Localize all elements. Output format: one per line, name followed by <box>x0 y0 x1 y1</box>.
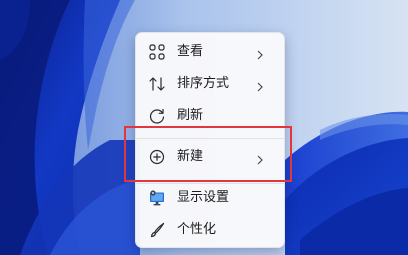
menu-item-refresh[interactable]: 刷新 <box>142 101 280 131</box>
menu-item-new[interactable]: 新建 <box>142 142 280 172</box>
menu-item-display-settings[interactable]: 显示设置 <box>142 183 280 213</box>
new-plus-icon <box>148 148 166 166</box>
refresh-icon <box>148 107 166 125</box>
sort-arrows-icon <box>148 75 166 93</box>
menu-item-view[interactable]: 查看 <box>142 37 280 67</box>
personalize-brush-icon <box>148 221 166 239</box>
menu-item-label: 个性化 <box>177 222 217 237</box>
menu-item-label: 新建 <box>177 149 204 164</box>
menu-item-sort-by[interactable]: 排序方式 <box>142 69 280 99</box>
chevron-right-icon <box>254 78 266 92</box>
chevron-right-icon <box>254 151 266 165</box>
view-grid-icon <box>148 43 166 61</box>
menu-item-label: 排序方式 <box>177 76 230 91</box>
menu-item-label: 显示设置 <box>177 190 230 205</box>
desktop-context-menu: 查看 排序方式 刷新 新建 显示设置 个性化 <box>135 32 285 248</box>
menu-item-label: 查看 <box>177 44 204 59</box>
menu-item-label: 刷新 <box>177 108 204 123</box>
menu-divider <box>136 138 284 139</box>
chevron-right-icon <box>254 46 266 60</box>
menu-item-personalize[interactable]: 个性化 <box>142 215 280 245</box>
display-settings-icon <box>148 189 166 207</box>
